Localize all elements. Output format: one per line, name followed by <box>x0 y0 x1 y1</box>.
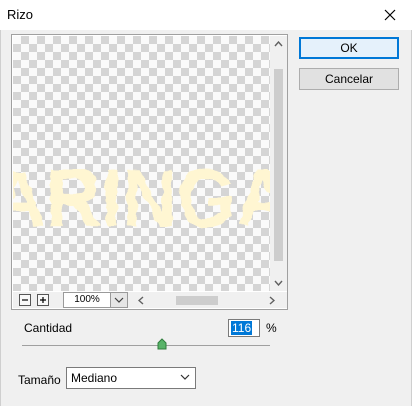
close-icon <box>384 9 396 21</box>
preview-bottom-bar: 100% <box>13 292 287 308</box>
amount-input[interactable]: 116 <box>228 319 260 337</box>
minus-icon <box>22 299 28 301</box>
amount-slider-track[interactable] <box>22 345 270 346</box>
arrow-down-icon[interactable] <box>274 280 283 286</box>
ok-button[interactable]: OK <box>299 37 399 59</box>
window-border-left <box>0 30 1 406</box>
preview-canvas[interactable]: ARINGA <box>13 36 270 291</box>
zoom-in-button[interactable] <box>37 294 49 306</box>
amount-value: 116 <box>231 321 253 335</box>
horizontal-scroll-thumb[interactable] <box>176 296 218 305</box>
size-label: Tamaño <box>18 373 61 387</box>
chevron-down-icon <box>180 374 190 380</box>
chevron-down-icon <box>114 297 124 303</box>
close-button[interactable] <box>375 2 405 28</box>
zoom-out-button[interactable] <box>19 294 31 306</box>
window-title: Rizo <box>7 7 34 22</box>
preview-frame: ARINGA 100% <box>11 34 288 310</box>
arrow-right-icon[interactable] <box>269 296 275 305</box>
preview-vertical-scrollbar[interactable] <box>270 36 287 291</box>
cancel-button[interactable]: Cancelar <box>299 68 399 90</box>
zoom-level-field[interactable]: 100% <box>63 292 111 308</box>
arrow-up-icon[interactable] <box>274 41 283 47</box>
preview-artwork: ARINGA <box>13 153 270 244</box>
amount-label: Cantidad <box>24 321 73 335</box>
vertical-scroll-thumb[interactable] <box>274 69 283 261</box>
preview-art-text: ARINGA <box>13 153 270 244</box>
arrow-left-icon[interactable] <box>138 296 144 305</box>
amount-unit: % <box>266 321 277 335</box>
size-selected-value: Mediano <box>71 371 118 385</box>
title-bar: Rizo <box>0 0 412 30</box>
amount-slider-thumb[interactable] <box>157 338 167 350</box>
plus-icon <box>40 297 46 303</box>
size-select[interactable]: Mediano <box>66 367 196 389</box>
zoom-dropdown-button[interactable] <box>110 292 128 308</box>
